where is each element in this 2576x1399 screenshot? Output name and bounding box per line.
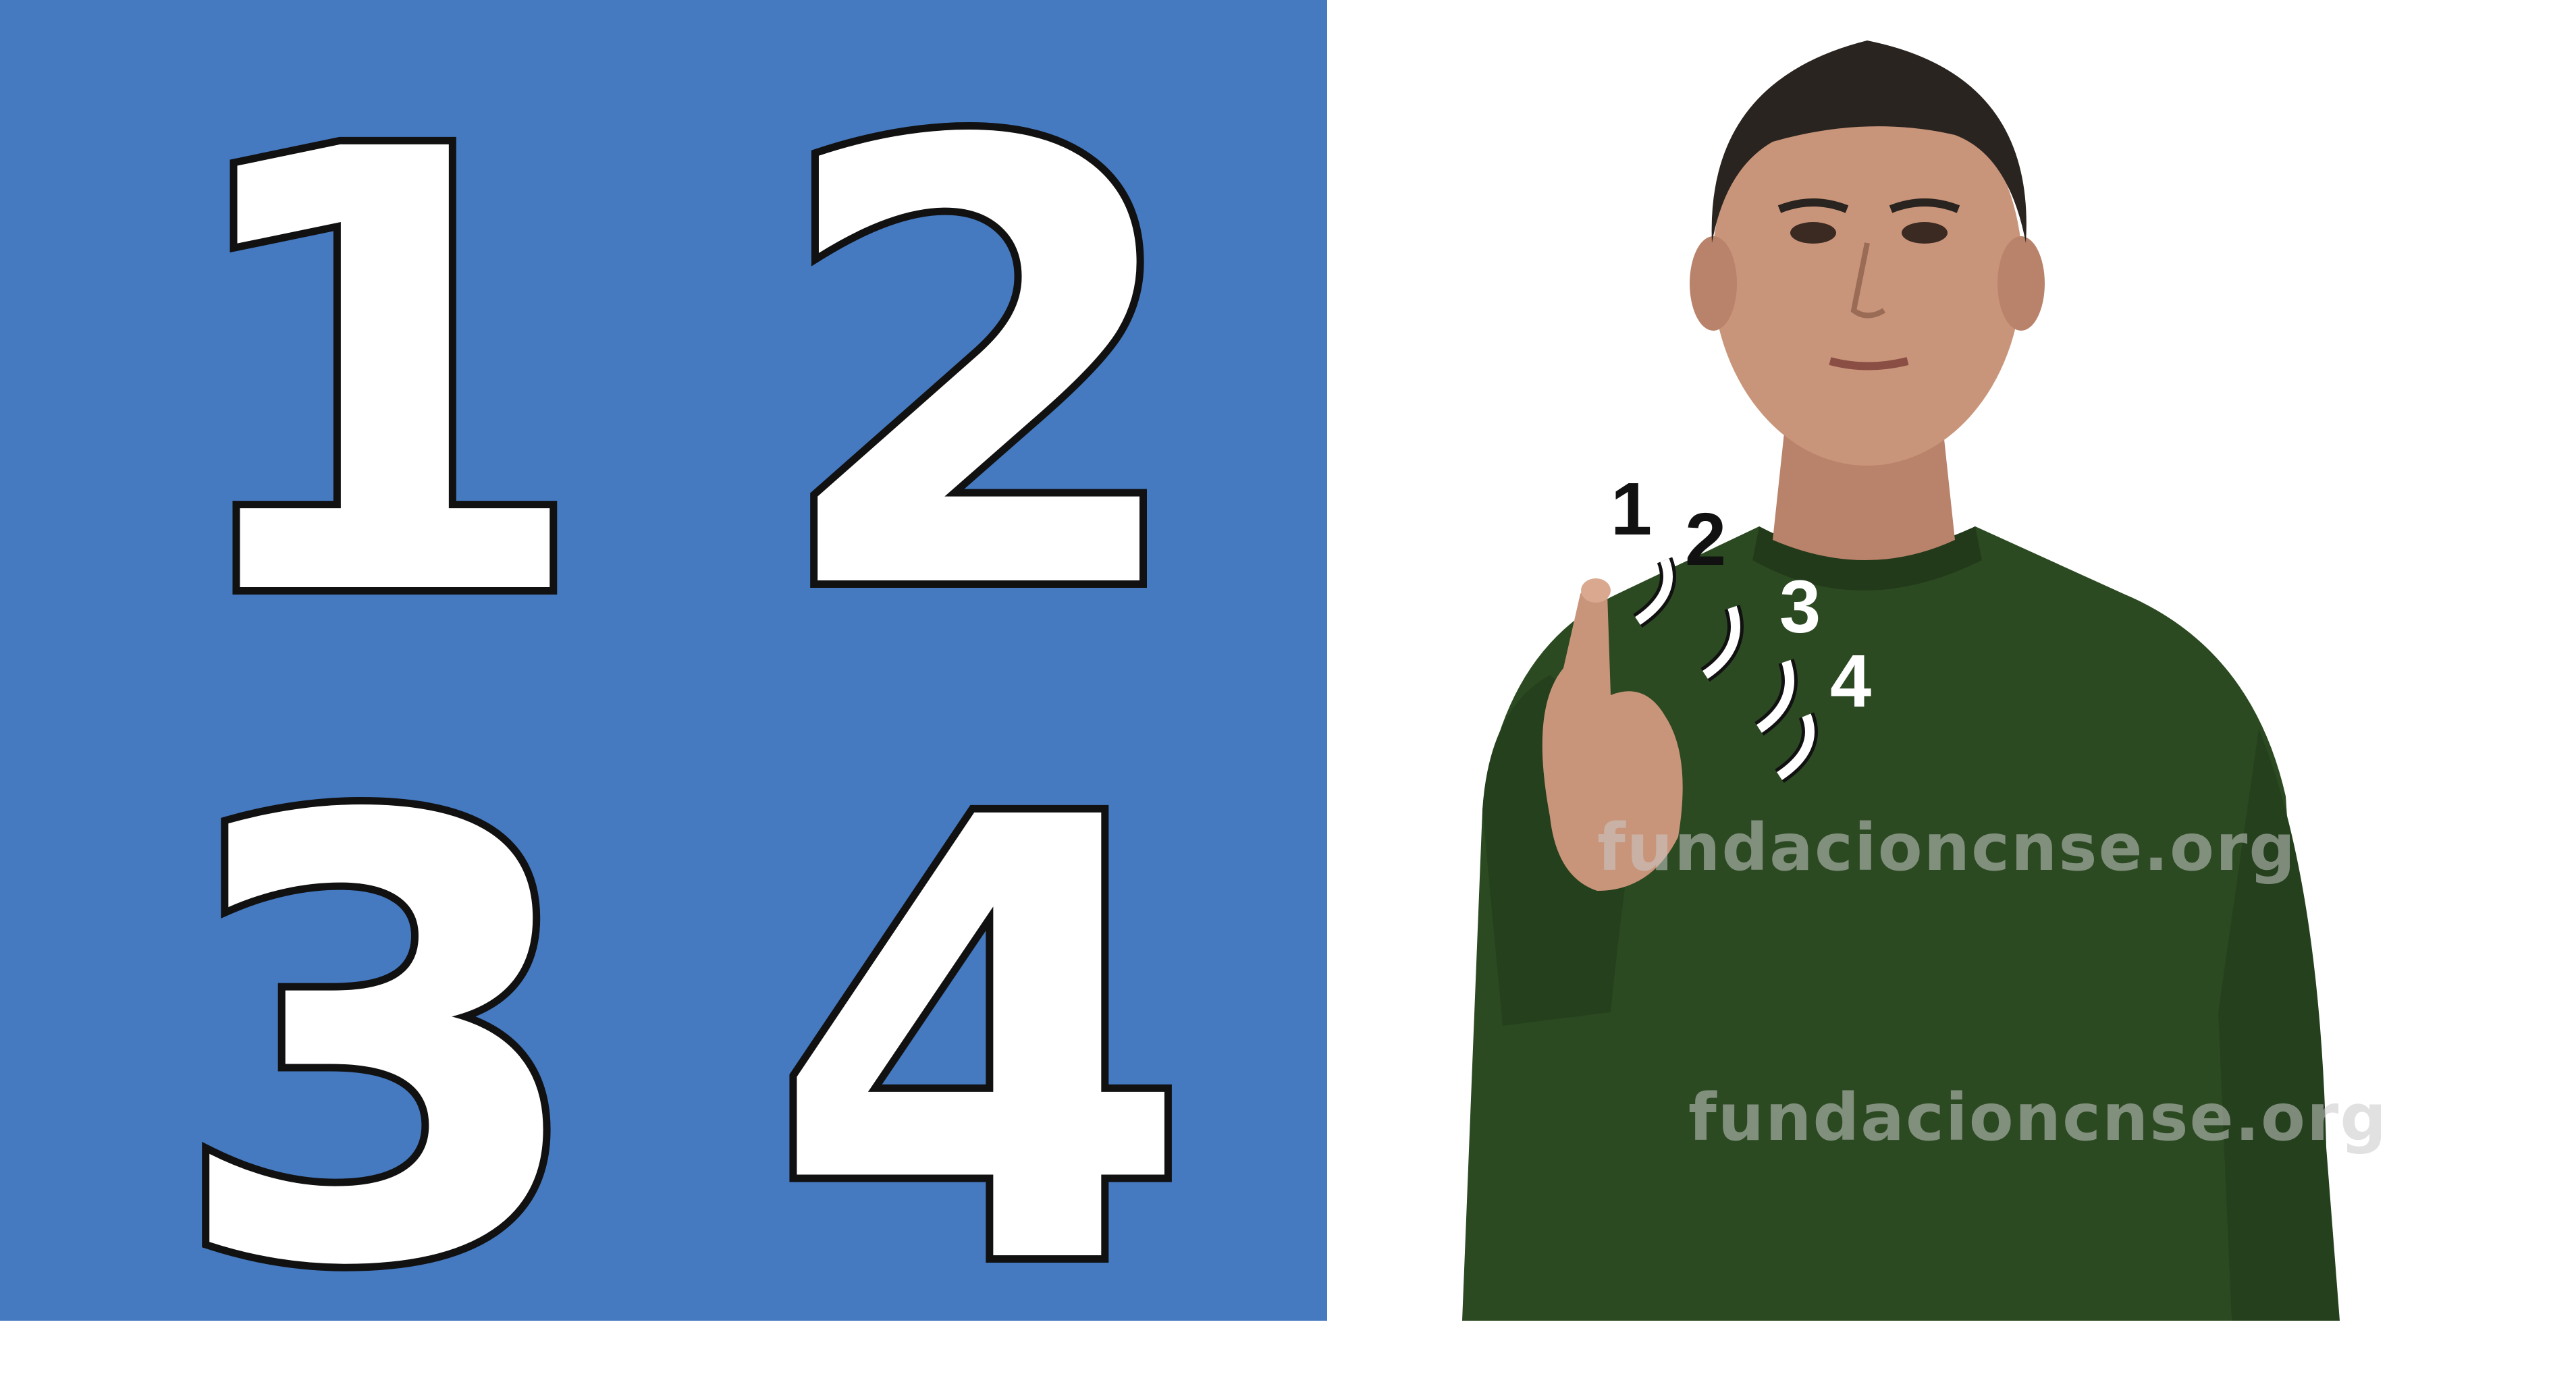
- movement-step-2: 2: [1685, 498, 1727, 581]
- digit-one: 1: [161, 24, 599, 731]
- digit-four: 4: [762, 692, 1200, 1399]
- movement-step-4: 4: [1830, 640, 1872, 723]
- watermark-upper: fundacioncnse.org: [1597, 810, 2297, 885]
- numbers-panel: 1 2 3 4: [0, 0, 1327, 1357]
- movement-step-3: 3: [1779, 566, 1821, 649]
- watermark-lower: fundacioncnse.org: [1688, 1080, 2388, 1155]
- digit-three: 3: [161, 692, 599, 1399]
- signer-panel: 1 2 3 4 fundacioncnse.org fundacioncnse.…: [1327, 0, 2576, 1321]
- digit-two: 2: [762, 18, 1200, 724]
- movement-step-1: 1: [1611, 468, 1653, 551]
